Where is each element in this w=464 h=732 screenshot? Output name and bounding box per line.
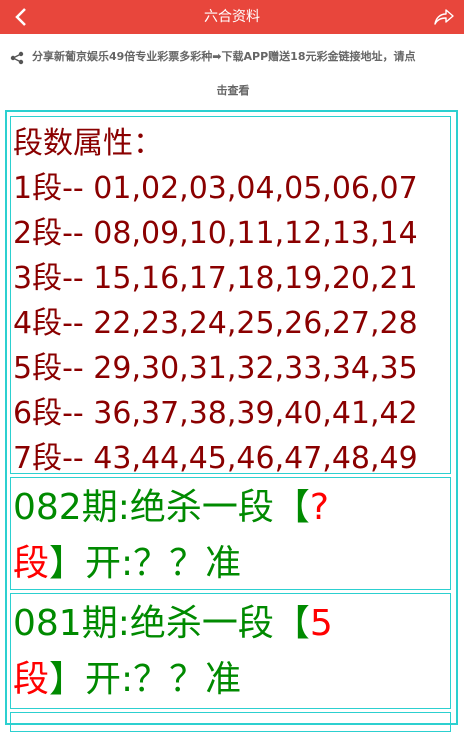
prediction-value: ?	[309, 487, 329, 528]
prediction-value-unit: 段	[13, 659, 50, 700]
prediction-prefix: 081期:绝杀一段【	[13, 603, 310, 644]
notice-text-line1[interactable]: 分享新葡京娱乐49倍专业彩票多彩种➡下载APP赠送18元彩金链接地址，请点	[8, 44, 458, 70]
prediction-text: 082期:绝杀一段【? 段】开:？？准	[11, 478, 450, 592]
segment-row: 3段-- 15,16,17,18,19,20,21	[13, 261, 418, 296]
prediction-prefix: 082期:绝杀一段【	[13, 487, 310, 528]
share-forward-icon	[434, 9, 454, 25]
share-nodes-icon	[10, 51, 24, 65]
prediction-value: 5	[309, 603, 333, 644]
prediction-card-partial	[10, 712, 451, 732]
prediction-suffix: 】开:？？准	[49, 659, 242, 700]
notice-text-line2[interactable]: 击查看	[8, 78, 458, 104]
segment-row: 5段-- 29,30,31,32,33,34,35	[13, 351, 418, 386]
page-title: 六合资料	[204, 9, 260, 25]
prediction-value-unit: 段	[13, 543, 50, 584]
prediction-suffix: 】开:？？准	[49, 543, 242, 584]
segment-table: 段数属性： 1段-- 01,02,03,04,05,06,07 2段-- 08,…	[10, 116, 451, 476]
prediction-text: 081期:绝杀一段【5 段】开:？？准	[11, 594, 450, 708]
share-button[interactable]	[434, 7, 454, 27]
segment-row: 1段-- 01,02,03,04,05,06,07	[13, 171, 418, 206]
segment-row: 2段-- 08,09,10,11,12,13,14	[13, 216, 418, 251]
segment-heading: 段数属性：	[13, 126, 163, 161]
segment-row: 4段-- 22,23,24,25,26,27,28	[13, 306, 418, 341]
segment-row: 7段-- 43,44,45,46,47,48,49	[13, 441, 418, 476]
prediction-card: 082期:绝杀一段【? 段】开:？？准	[10, 477, 451, 590]
prediction-card: 081期:绝杀一段【5 段】开:？？准	[10, 593, 451, 709]
share-notice[interactable]: 分享新葡京娱乐49倍专业彩票多彩种➡下载APP赠送18元彩金链接地址，请点 击查…	[8, 44, 458, 104]
segment-row: 6段-- 36,37,38,39,40,41,42	[13, 396, 418, 431]
top-app-bar: 六合资料	[0, 0, 464, 34]
